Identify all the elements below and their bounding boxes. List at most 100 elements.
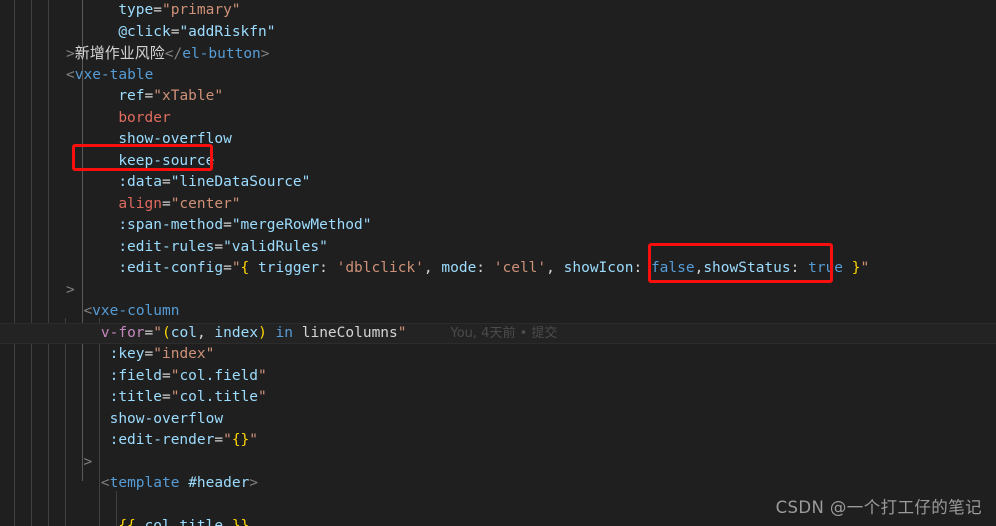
token-attr: :span-method	[118, 217, 224, 233]
token-val: "addRiskfn"	[179, 23, 276, 40]
token-punct: <	[66, 66, 75, 83]
token-plain: :	[319, 260, 337, 276]
token-eq: =	[161, 367, 171, 384]
token-brace: )	[258, 324, 267, 341]
token-punct: >	[260, 46, 270, 62]
code-line[interactable]: keep-source	[0, 151, 996, 173]
token-attr: show-overflow	[109, 410, 224, 427]
token-str: "	[860, 260, 870, 276]
token-tag: vxe-column	[92, 303, 180, 319]
token-attr: show-overflow	[118, 131, 232, 147]
code-line[interactable]: >新增作业风险</el-button>	[0, 43, 996, 65]
code-line[interactable]: <template #header>	[0, 473, 996, 495]
code-line[interactable]: show-overflow	[0, 409, 996, 431]
git-blame-annotation[interactable]: You, 4天前 • 提交	[407, 326, 558, 341]
token-cn: 新增作业风险	[74, 44, 165, 62]
token-attr: ref	[118, 88, 145, 104]
token-attr: keep-source	[118, 152, 215, 169]
token-attr: :field	[109, 367, 162, 384]
token-val: "validRules"	[223, 238, 328, 255]
token-punct: >	[66, 46, 75, 62]
code-line[interactable]: :title="col.title"	[0, 387, 996, 409]
token-eq: =	[161, 389, 171, 405]
code-line[interactable]: <vxe-column	[0, 301, 996, 323]
token-str: "	[249, 432, 259, 448]
token-plain: :	[790, 260, 809, 276]
token-attr: @click	[118, 23, 171, 40]
token-plain: :	[476, 260, 494, 276]
token-brace: (	[162, 324, 171, 341]
token-eq: =	[223, 217, 232, 233]
code-line[interactable]: {{ col.title }}	[0, 516, 996, 526]
token-val: mode	[441, 260, 477, 276]
token-eq: =	[144, 346, 154, 362]
token-brace: }	[851, 260, 861, 276]
token-str: "center"	[170, 195, 241, 212]
code-line[interactable]: v-for="(col, index) in lineColumns" You, …	[0, 322, 996, 344]
token-str: "	[258, 389, 267, 405]
token-str: "	[153, 324, 162, 341]
token-eq: =	[153, 2, 162, 18]
code-line[interactable]: <vxe-table	[0, 65, 996, 87]
token-attr: :title	[109, 389, 162, 405]
token-str: "	[223, 432, 232, 448]
token-kw: false	[650, 260, 695, 276]
code-line[interactable]: align="center"	[0, 194, 996, 216]
token-val: col.field	[179, 367, 259, 384]
code-content[interactable]: type="primary" @click="addRiskfn" >新增作业风险<…	[0, 0, 996, 526]
token-eq: =	[223, 260, 232, 276]
code-line[interactable]: >	[0, 452, 996, 474]
token-attr: :edit-config	[118, 260, 224, 276]
token-str: "primary"	[161, 2, 241, 18]
token-val: col.title	[179, 389, 259, 405]
code-line[interactable]: show-overflow	[0, 129, 996, 151]
token-kw: true	[808, 260, 844, 276]
token-kw: in	[275, 324, 293, 341]
code-line[interactable]: :edit-config="{ trigger: 'dblclick', mod…	[0, 258, 996, 280]
token-fold: >	[83, 453, 93, 470]
token-str: "	[397, 324, 407, 341]
token-brace: {	[240, 260, 250, 276]
token-val: col	[170, 324, 197, 341]
token-fold: >	[66, 281, 75, 298]
token-tag: template	[109, 475, 180, 491]
token-plain: ,	[423, 260, 442, 276]
token-tag: vxe-table	[74, 66, 154, 83]
token-str: "	[258, 367, 267, 384]
token-attr: :data	[118, 174, 162, 190]
token-punct: <	[100, 475, 110, 491]
token-str: "xTable"	[153, 88, 224, 104]
token-attr: type	[118, 2, 154, 18]
code-line[interactable]: :key="index"	[0, 344, 996, 366]
code-line[interactable]: :data="lineDataSource"	[0, 172, 996, 194]
code-line[interactable]: :field="col.field"	[0, 366, 996, 388]
token-val: index	[214, 324, 259, 341]
code-line[interactable]: @click="addRiskfn"	[0, 22, 996, 44]
token-attr-r: border	[118, 109, 171, 126]
token-val: showStatus	[703, 260, 791, 276]
token-punct: <	[83, 303, 93, 319]
token-brace: {{	[118, 518, 136, 526]
token-attr: :key	[109, 346, 145, 362]
token-attr-r: align	[118, 195, 162, 212]
token-attr: #header	[188, 475, 250, 491]
code-line[interactable]	[0, 495, 996, 517]
code-line[interactable]: type="primary"	[0, 0, 996, 22]
token-val: col.title	[144, 518, 224, 526]
code-line[interactable]: >	[0, 280, 996, 302]
code-editor[interactable]: type="primary" @click="addRiskfn" >新增作业风险<…	[0, 0, 996, 526]
token-eq: =	[161, 174, 171, 190]
code-line[interactable]: ref="xTable"	[0, 86, 996, 108]
code-line[interactable]: :span-method="mergeRowMethod"	[0, 215, 996, 237]
code-line[interactable]: border	[0, 108, 996, 130]
code-line[interactable]: :edit-render="{}"	[0, 430, 996, 452]
code-line[interactable]: :edit-rules="validRules"	[0, 237, 996, 259]
token-val: "mergeRowMethod"	[231, 217, 372, 233]
token-brace: }}	[231, 518, 250, 526]
token-eq: =	[214, 238, 224, 255]
